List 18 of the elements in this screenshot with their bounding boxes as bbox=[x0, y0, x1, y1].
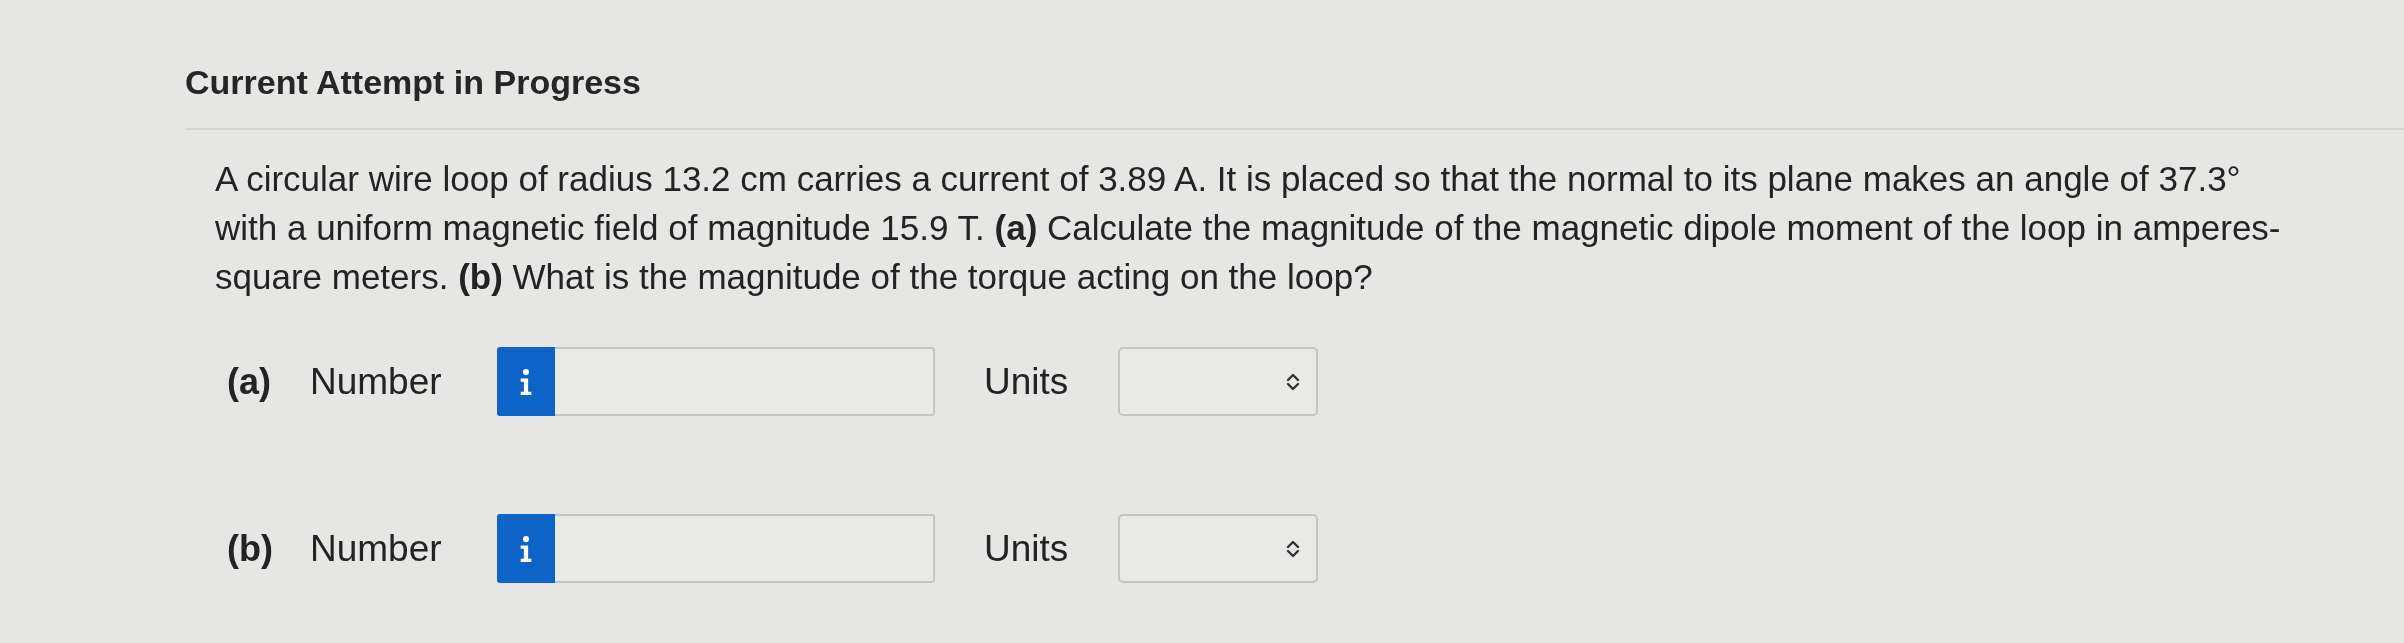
units-dropdown[interactable] bbox=[1118, 514, 1318, 583]
number-input-field[interactable] bbox=[555, 347, 935, 416]
info-icon bbox=[520, 535, 532, 562]
up-down-chevron-icon bbox=[1286, 371, 1300, 392]
part-label: (b) bbox=[227, 527, 274, 570]
units-dropdown[interactable] bbox=[1118, 347, 1318, 416]
number-label: Number bbox=[310, 360, 443, 403]
number-label: Number bbox=[310, 527, 443, 570]
part-label: (a) bbox=[227, 360, 272, 403]
question-text: A circular wire loop of radius 13.2 cm carries a current of 3.89 A. It is placed so that the normal to its plane makes an angle of 37.3° with a uniform magnetic field of magnitude 15.9 T. (a) Calculate the magnitude of the magnetic dipole moment of the loop in amperes-square meters. (b) What is the magnitude of the torque acting on the loop? bbox=[215, 158, 2282, 298]
units-label: Units bbox=[984, 360, 1070, 403]
info-button[interactable] bbox=[497, 347, 555, 416]
info-icon bbox=[520, 368, 532, 395]
section-title: Current Attempt in Progress bbox=[185, 62, 642, 102]
up-down-chevron-icon bbox=[1286, 538, 1300, 559]
number-input-field[interactable] bbox=[555, 514, 935, 583]
info-button[interactable] bbox=[497, 514, 555, 583]
units-label: Units bbox=[984, 527, 1070, 570]
